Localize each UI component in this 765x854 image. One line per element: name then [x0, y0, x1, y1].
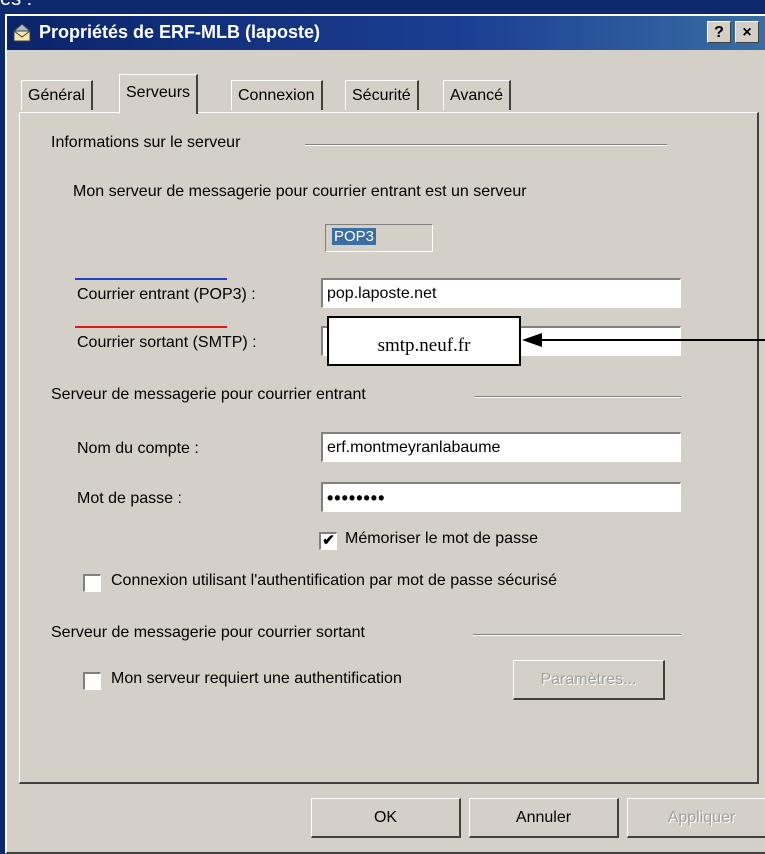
tab-general[interactable]: Général: [21, 80, 93, 110]
incoming-server-input[interactable]: pop.laposte.net: [321, 278, 681, 308]
remember-password-checkbox[interactable]: ✔: [319, 532, 337, 550]
settings-button[interactable]: Paramètres...: [513, 660, 665, 700]
title-bar[interactable]: Propriétés de ERF-MLB (laposte) ? ×: [7, 16, 765, 50]
group-divider: [305, 144, 667, 146]
incoming-server-label: Courrier entrant (POP3) :: [77, 286, 256, 303]
help-button[interactable]: ?: [707, 21, 731, 43]
window-title: Propriétés de ERF-MLB (laposte): [39, 22, 321, 42]
tab-connexion[interactable]: Connexion: [231, 80, 323, 110]
tab-serveurs[interactable]: Serveurs: [119, 74, 199, 114]
cancel-button[interactable]: Annuler: [469, 798, 619, 838]
group-divider: [473, 634, 681, 636]
smtp-callout: smtp.neuf.fr: [327, 316, 521, 366]
slide-partial-text: es :: [0, 0, 32, 11]
password-label: Mot de passe :: [77, 490, 182, 507]
apply-button[interactable]: Appliquer: [627, 798, 765, 838]
group-divider: [475, 396, 681, 398]
close-button[interactable]: ×: [735, 21, 759, 43]
mail-properties-icon: [11, 21, 33, 43]
properties-dialog: Propriétés de ERF-MLB (laposte) ? × Géné…: [5, 14, 765, 854]
server-info-group-label: Informations sur le serveur: [51, 134, 241, 151]
left-arrow-icon: [522, 333, 765, 347]
incoming-type-text: Mon serveur de messagerie pour courrier …: [73, 183, 527, 200]
account-input[interactable]: erf.montmeyranlabaume: [321, 432, 681, 462]
account-label: Nom du compte :: [77, 440, 199, 457]
secure-auth-label[interactable]: Connexion utilisant l'authentification p…: [111, 572, 557, 590]
requires-auth-label[interactable]: Mon serveur requiert une authentificatio…: [111, 670, 402, 688]
ok-button[interactable]: OK: [311, 798, 461, 838]
incoming-type-field: POP3: [325, 224, 433, 252]
tab-securite[interactable]: Sécurité: [345, 80, 419, 110]
outgoing-server-label: Courrier sortant (SMTP) :: [77, 334, 257, 351]
incoming-group-label: Serveur de messagerie pour courrier entr…: [51, 386, 366, 403]
requires-auth-checkbox[interactable]: [83, 672, 101, 690]
blue-underline-annotation: [75, 278, 227, 280]
incoming-type-value: POP3: [332, 228, 377, 245]
outgoing-group-label: Serveur de messagerie pour courrier sort…: [51, 624, 365, 641]
red-underline-annotation: [75, 326, 227, 328]
secure-auth-checkbox[interactable]: [83, 574, 101, 592]
password-input[interactable]: ••••••••: [321, 482, 681, 512]
remember-password-label[interactable]: Mémoriser le mot de passe: [345, 530, 538, 548]
tab-avance[interactable]: Avancé: [443, 80, 512, 110]
